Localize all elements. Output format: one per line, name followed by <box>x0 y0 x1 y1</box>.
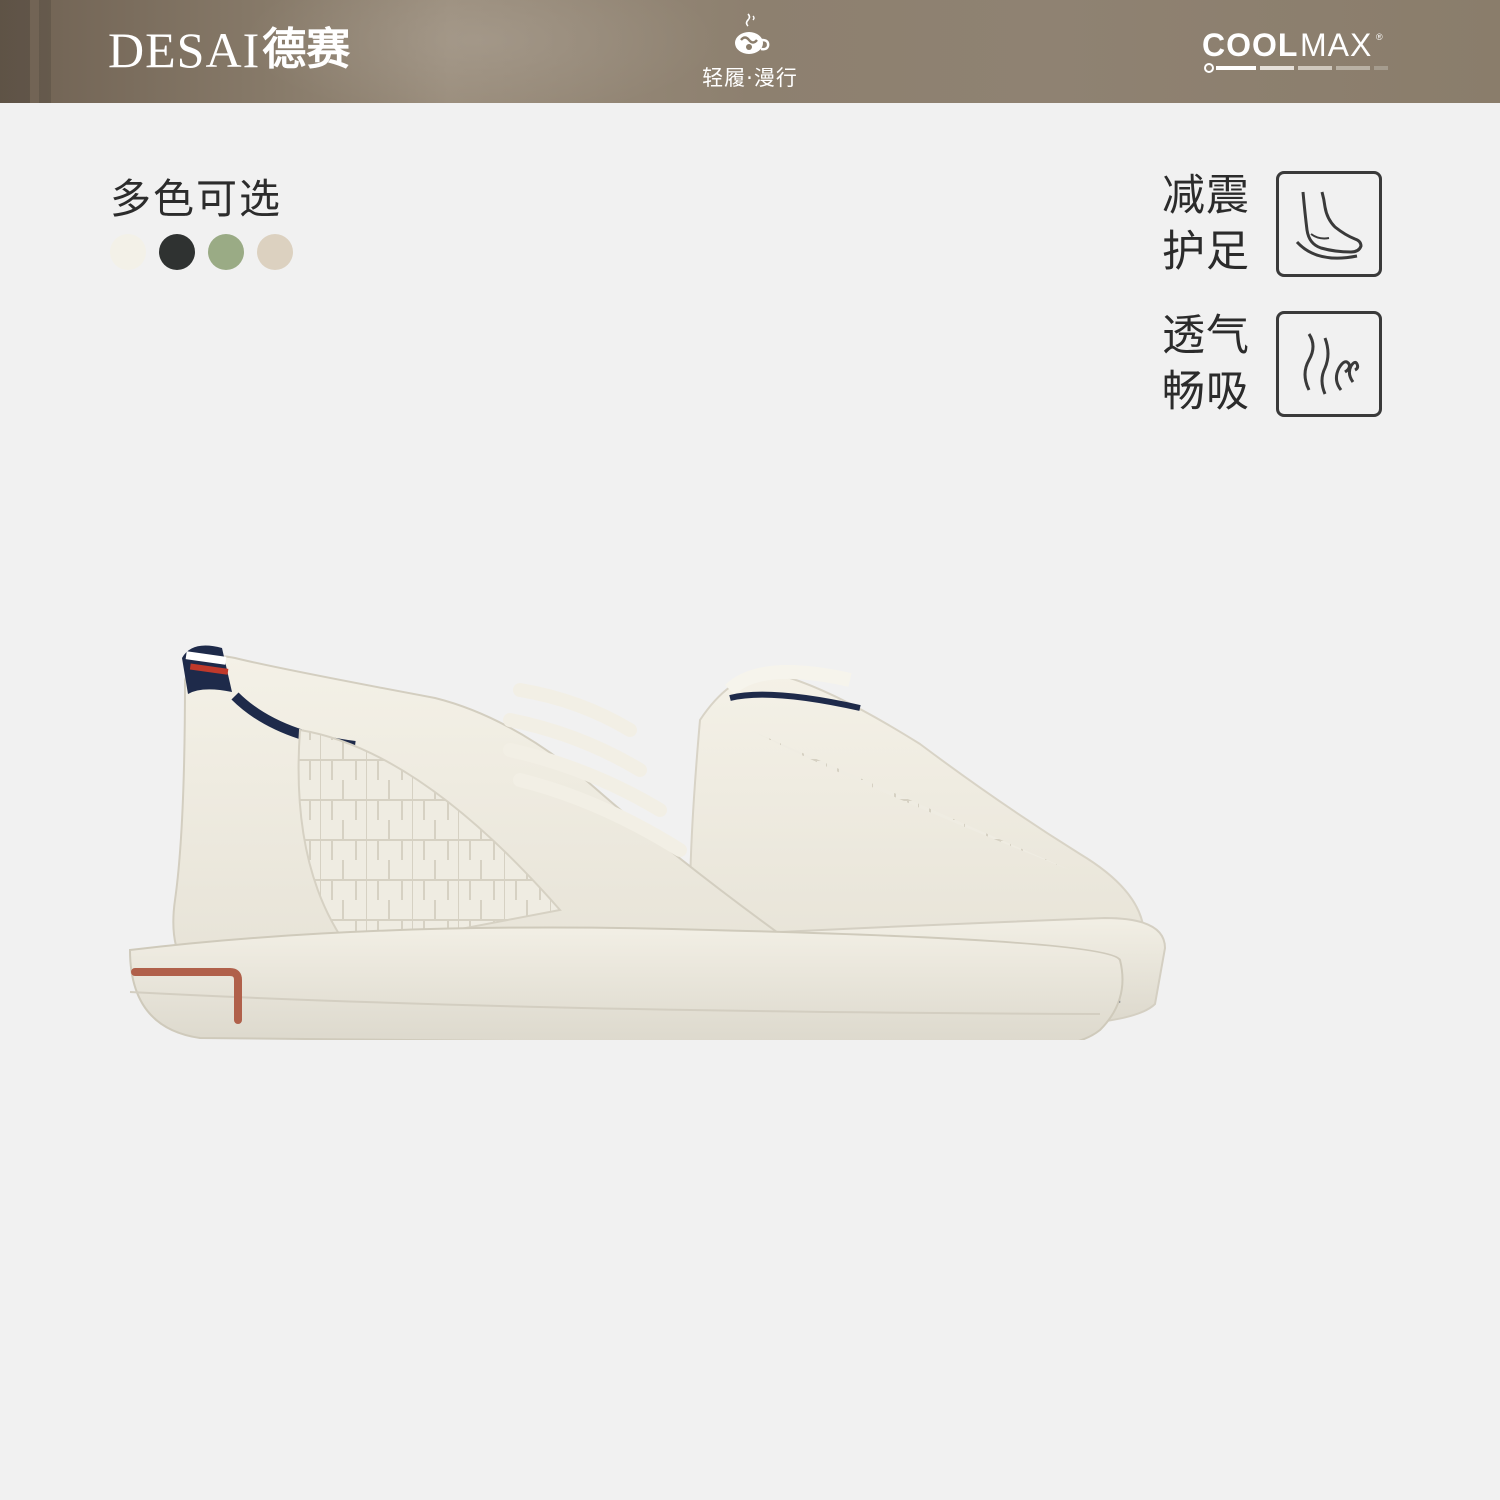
feature-label-line1: 透气 <box>1162 311 1250 361</box>
color-swatch-cream[interactable] <box>110 234 146 270</box>
svg-text:COOL: COOL <box>1202 27 1298 63</box>
feature-shock-absorption: 减震 护足 <box>1162 168 1382 280</box>
feature-label: 减震 护足 <box>1162 168 1266 280</box>
top-banner: DESAI 德赛 轻履·漫行 COOL MAX ® <box>0 0 1500 103</box>
cup-icon <box>735 13 770 54</box>
svg-text:®: ® <box>1376 32 1383 42</box>
color-swatch-green[interactable] <box>208 234 244 270</box>
feature-label-line2: 护足 <box>1162 227 1250 277</box>
slogan-block: 轻履·漫行 <box>680 10 820 92</box>
product-image-sneakers <box>128 645 1167 1040</box>
coolmax-logo: COOL MAX ® <box>1202 27 1388 73</box>
color-swatches <box>110 234 306 270</box>
feature-label: 透气 畅吸 <box>1162 308 1266 420</box>
feature-label-line2: 畅吸 <box>1162 367 1250 417</box>
feature-icon-box <box>1276 311 1382 417</box>
svg-text:MAX: MAX <box>1300 27 1372 63</box>
brand-logo: DESAI 德赛 <box>108 22 350 78</box>
slogan-text: 轻履·漫行 <box>702 66 798 90</box>
color-swatch-beige[interactable] <box>257 234 293 270</box>
breathable-icon <box>1303 333 1360 395</box>
color-swatch-black[interactable] <box>159 234 195 270</box>
feature-label-line1: 减震 <box>1162 171 1250 221</box>
brand-name-chinese: 德赛 <box>262 24 351 75</box>
feature-icon-box <box>1276 171 1382 277</box>
brand-name-latin: DESAI <box>108 22 261 78</box>
color-options-title: 多色可选 <box>110 175 282 223</box>
foot-cushion-icon <box>1295 191 1363 260</box>
feature-breathable: 透气 畅吸 <box>1162 308 1382 420</box>
